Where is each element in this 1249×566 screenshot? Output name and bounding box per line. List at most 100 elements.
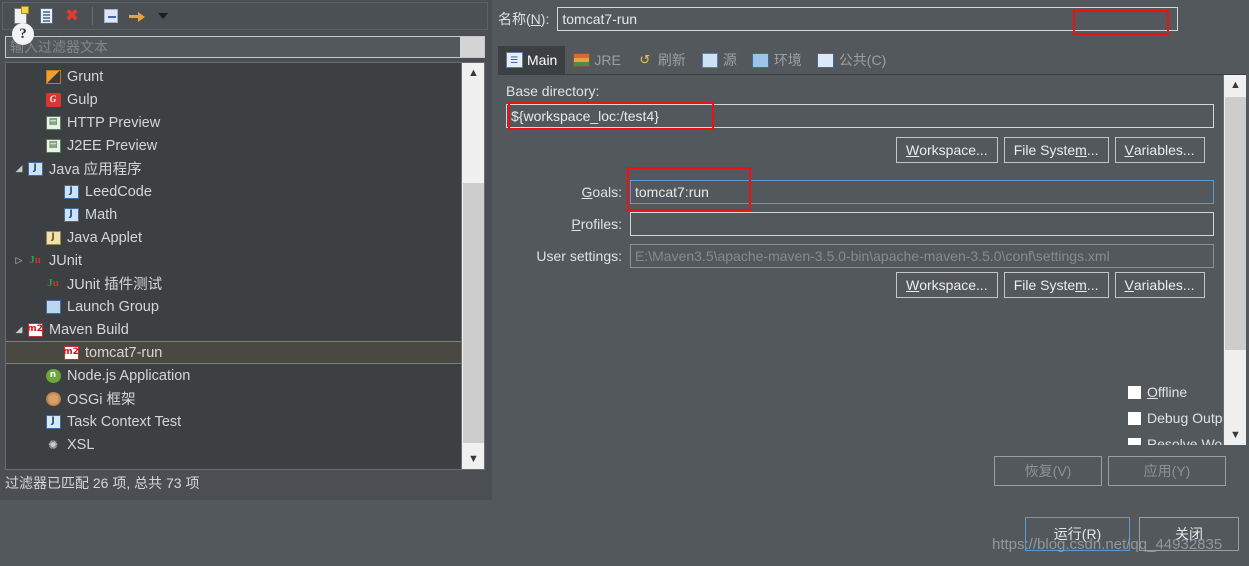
tree-scrollbar-thumb[interactable] [463,183,484,443]
toolbar-separator [92,7,93,25]
tree-item-java[interactable]: ◢ J Java 应用程序 [6,157,461,180]
tree-item-label: JUnit [49,252,83,269]
dialog-apply-buttons: 恢复(V) 应用(Y) [498,450,1246,496]
tree-item-label: Task Context Test [67,413,182,430]
twisty-expanded-icon[interactable]: ◢ [12,324,26,335]
tab-刷新[interactable]: ↺ 刷新 [629,46,694,74]
file-system-button-bottom[interactable]: File Syste m... [1003,272,1109,298]
tab-label: Main [527,52,558,68]
tree-item-xsl[interactable]: ✺ XSL [6,433,461,456]
scroll-down-icon[interactable]: ▼ [1224,425,1246,445]
tree-item-label: OSGi 框架 [67,392,136,408]
restore-button[interactable]: 恢复(V) [994,456,1102,486]
user-settings-browse-buttons: Workspace... File Syste m... Variables... [896,272,1205,298]
tab-jre[interactable]: JRE [565,46,628,74]
filter-box [5,36,485,58]
tree-item-launch-group[interactable]: Launch Group [6,295,461,318]
scroll-up-icon[interactable]: ▲ [1224,75,1246,95]
delete-launch-configuration-button[interactable]: ✖ [60,5,84,27]
tree-item-label: Node.js Application [67,367,191,384]
view-menu-button[interactable] [151,5,175,27]
apply-button[interactable]: 应用(Y) [1108,456,1226,486]
filter-button[interactable] [125,5,149,27]
scroll-down-icon[interactable]: ▼ [462,449,484,469]
environment-tab-icon [752,52,770,68]
user-settings-input[interactable] [630,244,1214,268]
tree-item-label: Gulp [67,91,98,108]
tab-公共-c[interactable]: 公共(C) [810,46,894,74]
tab-label: 环境 [773,52,802,68]
tree-scrollbar[interactable]: ▲ ▼ [461,63,484,469]
filter-arrow-icon [129,9,145,23]
java-application-icon: J [26,161,44,177]
tab-label: JRE [594,52,621,68]
help-question-icon[interactable]: ? [12,23,34,45]
tab-main[interactable]: ☰ Main [498,46,566,74]
base-directory-browse-buttons: Workspace... File Syste m... Variables... [896,137,1205,163]
collapse-all-button[interactable] [99,5,123,27]
workspace-button-top[interactable]: Workspace... [896,137,998,163]
filter-input[interactable] [6,37,461,57]
profiles-row: Profiles: [506,211,1214,237]
tab-源[interactable]: 源 [694,46,745,74]
goals-input[interactable] [630,180,1214,204]
configuration-name-input[interactable] [557,7,1179,31]
tree-item-http-preview[interactable]: ▤ HTTP Preview [6,111,461,134]
tree-item-junit[interactable]: Ju JUnit 插件测试 [6,272,461,295]
configuration-name-row: 名称(N): [498,6,1246,32]
configuration-tabs: ☰ Main JRE ↺ 刷新 源 环境 公共(C) [498,44,1246,75]
right-panel: 名称(N): ☰Main JRE ↺ 刷新 源 环境 公共(C) Base director… [496,0,1249,500]
user-settings-label: User settings: [536,248,622,264]
tree-item-leedcode[interactable]: J LeedCode [6,180,461,203]
tree-item-gulp[interactable]: G Gulp [6,88,461,111]
name-label: 名称(N): [498,11,550,27]
tree-item-java-applet[interactable]: J Java Applet [6,226,461,249]
file-system-button-top[interactable]: File Syste m... [1003,137,1109,163]
tree-item-label: Java 应用程序 [49,162,142,178]
tree-item-math[interactable]: J Math [6,203,461,226]
scroll-up-icon[interactable]: ▲ [462,63,484,83]
variables-button-bottom[interactable]: Variables... [1114,272,1205,298]
base-directory-input[interactable] [506,104,1214,128]
main-panel-scrollbar-thumb[interactable] [1225,97,1246,350]
launch-config-toolbar: ✖ [2,2,488,30]
tree-item-label: Grunt [67,68,104,85]
workspace-button-bottom[interactable]: Workspace... [896,272,998,298]
tree-item-j2ee-preview[interactable]: ▤ J2EE Preview [6,134,461,157]
server-icon: ▤ [44,115,62,131]
tree-item-task-context-test[interactable]: J Task Context Test [6,410,461,433]
maven-icon: m2 [62,345,80,361]
tree-item-junit[interactable]: ▷ Ju JUnit [6,249,461,272]
tree-item-label: Launch Group [67,298,159,315]
launch-configurations-tree: Grunt G Gulp ▤ HTTP Preview ▤ J2EE Preview ◢ J Ja… [5,62,485,470]
duplicate-launch-configuration-button[interactable] [34,5,58,27]
tree-item-node-js-application[interactable]: n Node.js Application [6,364,461,387]
collapse-all-icon [104,9,118,23]
delete-x-icon: ✖ [64,5,80,26]
checkbox-icon [1128,437,1141,445]
twisty-collapsed-icon[interactable]: ▷ [12,255,26,266]
launch-group-icon [44,299,62,315]
tab-label: 源 [722,52,737,68]
main-panel-scrollbar[interactable]: ▲ ▼ [1223,75,1246,445]
chevron-down-icon [158,13,168,19]
goals-label: Goals: [581,184,622,200]
tab-环境[interactable]: 环境 [745,46,810,74]
twisty-expanded-icon[interactable]: ◢ [12,163,26,174]
variables-button-top[interactable]: Variables... [1114,137,1205,163]
junit-icon: Ju [29,254,41,266]
filter-status-text: 过滤器已匹配 26 项, 总共 73 项 [5,475,200,491]
tree-item-maven-build[interactable]: ◢ m2 Maven Build [6,318,461,341]
java-application-icon: J [62,184,80,200]
main-tab-icon: ☰ [505,52,523,68]
tree-item-grunt[interactable]: Grunt [6,65,461,88]
tree-item-osgi[interactable]: OSGi 框架 [6,387,461,410]
tree-item-tomcat7-run[interactable]: m2 tomcat7-run [6,341,467,364]
profiles-input[interactable] [630,212,1214,236]
xsl-icon: ✺ [47,437,59,452]
filter-clear-button[interactable] [460,37,484,57]
watermark-text: https://blog.csdn.net/qq_44932835 [992,536,1223,553]
base-directory-label: Base directory: [506,83,600,99]
tab-label: 刷新 [657,52,686,68]
goals-row: Goals: [506,179,1214,205]
